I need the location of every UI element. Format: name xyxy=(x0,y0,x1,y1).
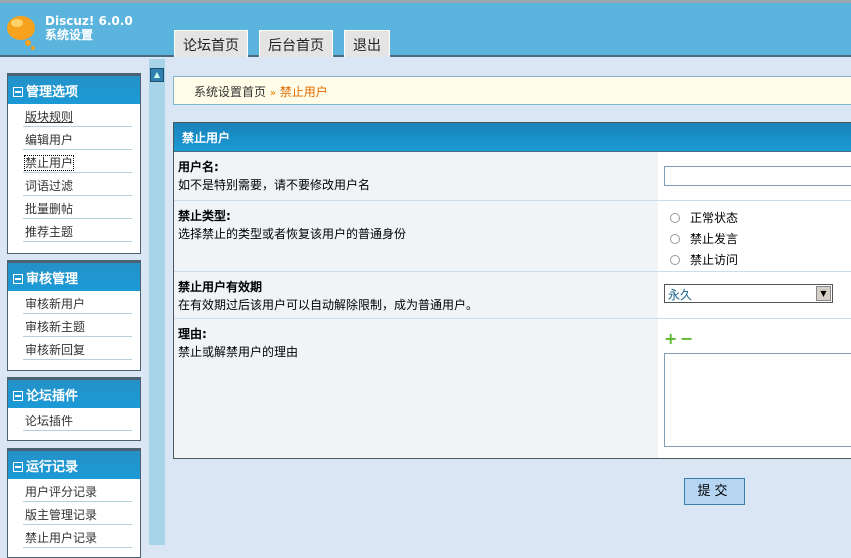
sidebar-group-header[interactable]: 运行记录 xyxy=(8,451,140,479)
ban-type-label: 禁止类型: xyxy=(178,209,231,223)
sidebar-item[interactable]: 词语过滤 xyxy=(23,173,132,196)
reason-label: 理由: xyxy=(178,327,207,341)
sidebar-item[interactable]: 批量删帖 xyxy=(23,196,132,219)
radio-label: 禁止访问 xyxy=(690,253,739,267)
sidebar-toggle-bar[interactable] xyxy=(149,59,165,545)
sidebar-group-plugins: 论坛插件 论坛插件 xyxy=(7,377,141,441)
item-label: 禁止用户 xyxy=(23,155,75,171)
sidebar-item[interactable]: 推荐主题 xyxy=(23,219,132,242)
sidebar-item[interactable]: 论坛插件 xyxy=(23,408,132,431)
group-title: 管理选项 xyxy=(26,85,79,100)
sidebar-item[interactable]: 审核新用户 xyxy=(23,291,132,314)
sidebar-item[interactable]: 编辑用户 xyxy=(23,127,132,150)
reason-textarea[interactable] xyxy=(664,353,851,447)
sidebar-item[interactable]: 版主管理记录 xyxy=(23,502,132,525)
reason-desc: 禁止或解禁用户的理由 xyxy=(178,345,299,359)
duration-row: 禁止用户有效期在有效期过后该用户可以自动解除限制，成为普通用户。 永久 ▼ xyxy=(174,272,851,319)
sidebar-group-audit: 审核管理 审核新用户 审核新主题 审核新回复 xyxy=(7,260,141,371)
ban-type-row: 禁止类型: 选择禁止的类型或者恢复该用户的普通身份 正常状态 禁止发言 禁止访问 xyxy=(174,201,851,272)
shrink-minus-icon[interactable]: − xyxy=(680,329,693,348)
expand-plus-icon[interactable]: + xyxy=(664,329,677,348)
ban-user-form: 禁止用户 用户名: 如不是特别需要，请不要修改用户名 禁止类型: 选择禁止的类型或者… xyxy=(173,122,851,459)
tab-admin-home[interactable]: 后台首页 xyxy=(259,30,333,57)
breadcrumb: 系统设置首页 » 禁止用户 xyxy=(173,76,851,105)
sidebar-group-header[interactable]: 审核管理 xyxy=(8,263,140,291)
group-title: 论坛插件 xyxy=(26,389,79,404)
radio-ban-visit[interactable]: 禁止访问 xyxy=(670,251,738,268)
radio-ban-post[interactable]: 禁止发言 xyxy=(670,230,738,247)
form-title: 禁止用户 xyxy=(174,123,851,152)
username-label: 用户名: xyxy=(178,160,219,174)
collapse-icon[interactable] xyxy=(13,274,23,284)
sidebar-group-logs: 运行记录 用户评分记录 版主管理记录 禁止用户记录 xyxy=(7,448,141,558)
brand-version: Discuz! 6.0.0 xyxy=(45,14,133,28)
duration-desc: 在有效期过后该用户可以自动解除限制，成为普通用户。 xyxy=(178,298,479,312)
duration-label: 禁止用户有效期 xyxy=(178,280,263,294)
sidebar-item[interactable]: 用户评分记录 xyxy=(23,479,132,502)
username-input[interactable] xyxy=(664,166,851,186)
radio-label: 禁止发言 xyxy=(690,232,739,246)
username-row: 用户名: 如不是特别需要，请不要修改用户名 xyxy=(174,152,851,201)
radio-icon[interactable] xyxy=(670,234,680,244)
username-desc: 如不是特别需要，请不要修改用户名 xyxy=(178,178,371,192)
sidebar-item[interactable]: 禁止用户 xyxy=(23,150,132,173)
sidebar-item[interactable]: 审核新主题 xyxy=(23,314,132,337)
sidebar-group-manage: 管理选项 版块规则 编辑用户 禁止用户 词语过滤 批量删帖 推荐主题 xyxy=(7,73,141,254)
collapse-icon[interactable] xyxy=(13,391,23,401)
sidebar-item[interactable]: 审核新回复 xyxy=(23,337,132,360)
group-title: 审核管理 xyxy=(26,272,79,287)
item-label: 版块规则 xyxy=(25,110,74,124)
breadcrumb-home[interactable]: 系统设置首页 xyxy=(194,85,266,99)
duration-select[interactable]: 永久 ▼ xyxy=(664,284,833,303)
duration-value: 永久 xyxy=(668,288,693,302)
breadcrumb-current: 禁止用户 xyxy=(279,85,328,99)
ban-type-desc: 选择禁止的类型或者恢复该用户的普通身份 xyxy=(178,227,407,241)
radio-icon[interactable] xyxy=(670,213,680,223)
radio-normal[interactable]: 正常状态 xyxy=(670,209,738,226)
brand-subtitle: 系统设置 xyxy=(45,28,94,42)
submit-button[interactable]: 提交 xyxy=(683,477,746,506)
collapse-sidebar-arrow-icon[interactable]: ▲ xyxy=(150,68,164,82)
discuz-logo-icon xyxy=(7,16,35,50)
tab-logout[interactable]: 退出 xyxy=(344,30,390,57)
sidebar-group-header[interactable]: 论坛插件 xyxy=(8,380,140,408)
collapse-icon[interactable] xyxy=(13,87,23,97)
reason-row: 理由: 禁止或解禁用户的理由 + − xyxy=(174,319,851,458)
sidebar-item[interactable]: 版块规则 xyxy=(23,104,132,127)
sidebar-group-header[interactable]: 管理选项 xyxy=(8,76,140,104)
radio-icon[interactable] xyxy=(670,255,680,265)
radio-label: 正常状态 xyxy=(690,211,739,225)
chevron-down-icon[interactable]: ▼ xyxy=(816,286,831,301)
collapse-icon[interactable] xyxy=(13,462,23,472)
tab-forum-home[interactable]: 论坛首页 xyxy=(174,30,248,57)
group-title: 运行记录 xyxy=(26,460,79,475)
brand: Discuz! 6.0.0 系统设置 xyxy=(45,14,133,42)
breadcrumb-separator: » xyxy=(269,88,276,99)
header: Discuz! 6.0.0 系统设置 论坛首页 后台首页 退出 xyxy=(0,3,851,57)
